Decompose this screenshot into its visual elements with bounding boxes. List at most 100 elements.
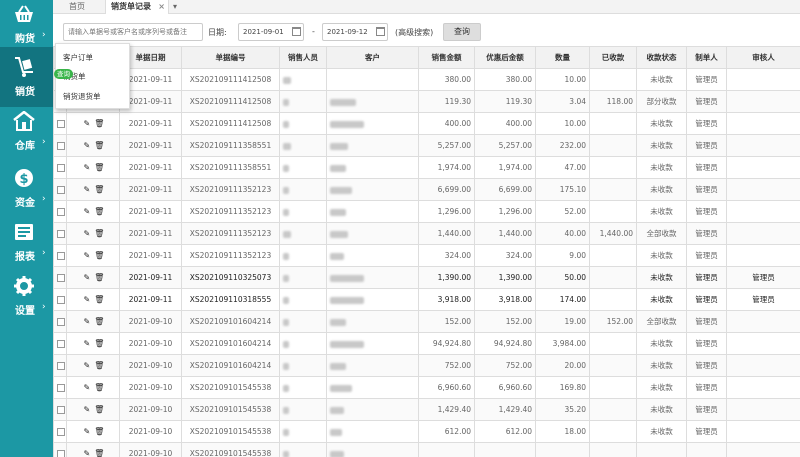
cell-order-number[interactable]: XS202109111352123 <box>181 222 280 245</box>
delete-trash-icon[interactable]: 🗑 <box>94 273 104 282</box>
sidebar-item-warehouse[interactable]: 仓库 › <box>0 107 53 165</box>
delete-trash-icon[interactable]: 🗑 <box>94 383 104 392</box>
cell-order-number[interactable]: XS202109101545538 <box>181 442 280 457</box>
table-row[interactable]: ✎ 🗑2021-09-11XS202109111412508380.00380.… <box>53 68 800 91</box>
cell-order-number[interactable]: XS202109111352123 <box>181 244 280 267</box>
table-row[interactable]: ✎ 🗑 2021-09-11 XS202109110325073 1,390.00 1,… <box>53 266 800 289</box>
table-row[interactable]: ✎ 🗑2021-09-11XS202109111412508119.30119.… <box>53 90 800 113</box>
table-row[interactable]: ✎ 🗑 2021-09-11 XS202109111358551 5,257.00 5,… <box>53 134 800 157</box>
cell-order-number[interactable]: XS202109101545538 <box>181 376 280 399</box>
row-checkbox[interactable] <box>57 296 65 304</box>
calendar-icon[interactable] <box>292 27 301 36</box>
delete-trash-icon[interactable]: 🗑 <box>94 185 104 194</box>
edit-pencil-icon[interactable]: ✎ <box>82 273 92 282</box>
cell-order-number[interactable]: XS202109111358551 <box>181 156 280 179</box>
search-input[interactable] <box>63 23 203 41</box>
edit-pencil-icon[interactable]: ✎ <box>82 119 92 128</box>
column-header[interactable]: 单据编号 <box>181 46 280 69</box>
menu-item-sales-returns[interactable]: 销货退货单 <box>63 91 101 102</box>
row-checkbox[interactable] <box>57 208 65 216</box>
row-checkbox[interactable] <box>57 450 65 457</box>
row-checkbox[interactable] <box>57 142 65 150</box>
column-header[interactable]: 客户 <box>326 46 419 69</box>
sidebar-item-funds[interactable]: $ 资金 › <box>0 164 53 222</box>
edit-pencil-icon[interactable]: ✎ <box>82 383 92 392</box>
delete-trash-icon[interactable]: 🗑 <box>94 361 104 370</box>
cell-order-number[interactable]: XS202109101604214 <box>181 332 280 355</box>
cell-order-number[interactable]: XS202109110325073 <box>181 266 280 289</box>
table-row[interactable]: ✎ 🗑 2021-09-11 XS202109110318555 3,918.00 3,… <box>53 288 800 311</box>
row-checkbox[interactable] <box>57 340 65 348</box>
delete-trash-icon[interactable]: 🗑 <box>94 405 104 414</box>
row-checkbox[interactable] <box>57 428 65 436</box>
column-header[interactable]: 审核人 <box>726 46 800 69</box>
edit-pencil-icon[interactable]: ✎ <box>82 207 92 216</box>
row-checkbox[interactable] <box>57 186 65 194</box>
delete-trash-icon[interactable]: 🗑 <box>94 141 104 150</box>
delete-trash-icon[interactable]: 🗑 <box>94 163 104 172</box>
edit-pencil-icon[interactable]: ✎ <box>82 339 92 348</box>
edit-pencil-icon[interactable]: ✎ <box>82 141 92 150</box>
table-row[interactable]: ✎ 🗑 2021-09-10 XS202109101545538 <box>53 442 800 457</box>
date-to-field[interactable]: 2021-09-12 <box>322 23 388 41</box>
edit-pencil-icon[interactable]: ✎ <box>82 427 92 436</box>
table-row[interactable]: ✎ 🗑 2021-09-11 XS202109111358551 1,974.00 1,… <box>53 156 800 179</box>
edit-pencil-icon[interactable]: ✎ <box>82 229 92 238</box>
cell-order-number[interactable]: XS202109111412508 <box>181 90 280 113</box>
table-row[interactable]: ✎ 🗑 2021-09-10 XS202109101604214 752.00 752.… <box>53 354 800 377</box>
row-checkbox[interactable] <box>57 406 65 414</box>
table-row[interactable]: ✎ 🗑 2021-09-11 XS202109111352123 1,440.00 1,… <box>53 222 800 245</box>
close-icon[interactable]: × <box>158 0 165 13</box>
cell-order-number[interactable]: XS202109111412508 <box>181 68 280 91</box>
delete-trash-icon[interactable]: 🗑 <box>94 427 104 436</box>
delete-trash-icon[interactable]: 🗑 <box>94 207 104 216</box>
cell-order-number[interactable]: XS202109101545538 <box>181 398 280 421</box>
column-header[interactable]: 销售金额 <box>418 46 475 69</box>
column-header[interactable]: 数量 <box>535 46 590 69</box>
row-checkbox[interactable] <box>57 318 65 326</box>
tab-home[interactable]: 首页 <box>69 0 99 14</box>
table-row[interactable]: ✎ 🗑 2021-09-10 XS202109101545538 612.00 612.… <box>53 420 800 443</box>
delete-trash-icon[interactable]: 🗑 <box>94 339 104 348</box>
delete-trash-icon[interactable]: 🗑 <box>94 229 104 238</box>
row-checkbox[interactable] <box>57 252 65 260</box>
row-checkbox[interactable] <box>57 120 65 128</box>
table-row[interactable]: ✎ 🗑 2021-09-10 XS202109101604214 152.00 152.… <box>53 310 800 333</box>
delete-trash-icon[interactable]: 🗑 <box>94 295 104 304</box>
edit-pencil-icon[interactable]: ✎ <box>82 405 92 414</box>
edit-pencil-icon[interactable]: ✎ <box>82 449 92 457</box>
table-row[interactable]: ✎ 🗑 2021-09-11 XS202109111412508 400.00 400.… <box>53 112 800 135</box>
sidebar-item-sales[interactable]: 销货 <box>0 47 53 107</box>
delete-trash-icon[interactable]: 🗑 <box>94 317 104 326</box>
row-checkbox[interactable] <box>57 384 65 392</box>
cell-order-number[interactable]: XS202109110318555 <box>181 288 280 311</box>
edit-pencil-icon[interactable]: ✎ <box>82 185 92 194</box>
table-row[interactable]: ✎ 🗑 2021-09-10 XS202109101604214 94,924.80 9… <box>53 332 800 355</box>
table-row[interactable]: ✎ 🗑 2021-09-11 XS202109111352123 6,699.00 6,… <box>53 178 800 201</box>
table-row[interactable]: ✎ 🗑 2021-09-10 XS202109101545538 6,960.60 6,… <box>53 376 800 399</box>
cell-order-number[interactable]: XS202109101604214 <box>181 354 280 377</box>
edit-pencil-icon[interactable]: ✎ <box>82 361 92 370</box>
table-row[interactable]: ✎ 🗑 2021-09-11 XS202109111352123 324.00 324.… <box>53 244 800 267</box>
column-header[interactable]: 优惠后金额 <box>474 46 536 69</box>
query-button[interactable]: 查询 <box>443 23 481 41</box>
cell-order-number[interactable]: XS202109101604214 <box>181 310 280 333</box>
delete-trash-icon[interactable]: 🗑 <box>94 449 104 457</box>
column-header[interactable]: 销售人员 <box>279 46 327 69</box>
sidebar-item-settings[interactable]: 设置 › <box>0 272 53 330</box>
advanced-search-link[interactable]: (高级搜索) <box>395 27 433 38</box>
column-header[interactable]: 已收款 <box>589 46 637 69</box>
edit-pencil-icon[interactable]: ✎ <box>82 251 92 260</box>
cell-order-number[interactable]: XS202109111352123 <box>181 200 280 223</box>
column-header[interactable]: 制单人 <box>686 46 727 69</box>
cell-order-number[interactable]: XS202109111412508 <box>181 112 280 135</box>
edit-pencil-icon[interactable]: ✎ <box>82 317 92 326</box>
column-header[interactable]: 收款状态 <box>636 46 687 69</box>
cell-order-number[interactable]: XS202109101545538 <box>181 420 280 443</box>
row-checkbox[interactable] <box>57 164 65 172</box>
menu-item-customer-orders[interactable]: 客户订单 <box>63 52 93 63</box>
sidebar-item-reports[interactable]: 报表 › <box>0 218 53 276</box>
table-row[interactable]: ✎ 🗑 2021-09-11 XS202109111352123 1,296.00 1,… <box>53 200 800 223</box>
cell-order-number[interactable]: XS202109111352123 <box>181 178 280 201</box>
edit-pencil-icon[interactable]: ✎ <box>82 163 92 172</box>
